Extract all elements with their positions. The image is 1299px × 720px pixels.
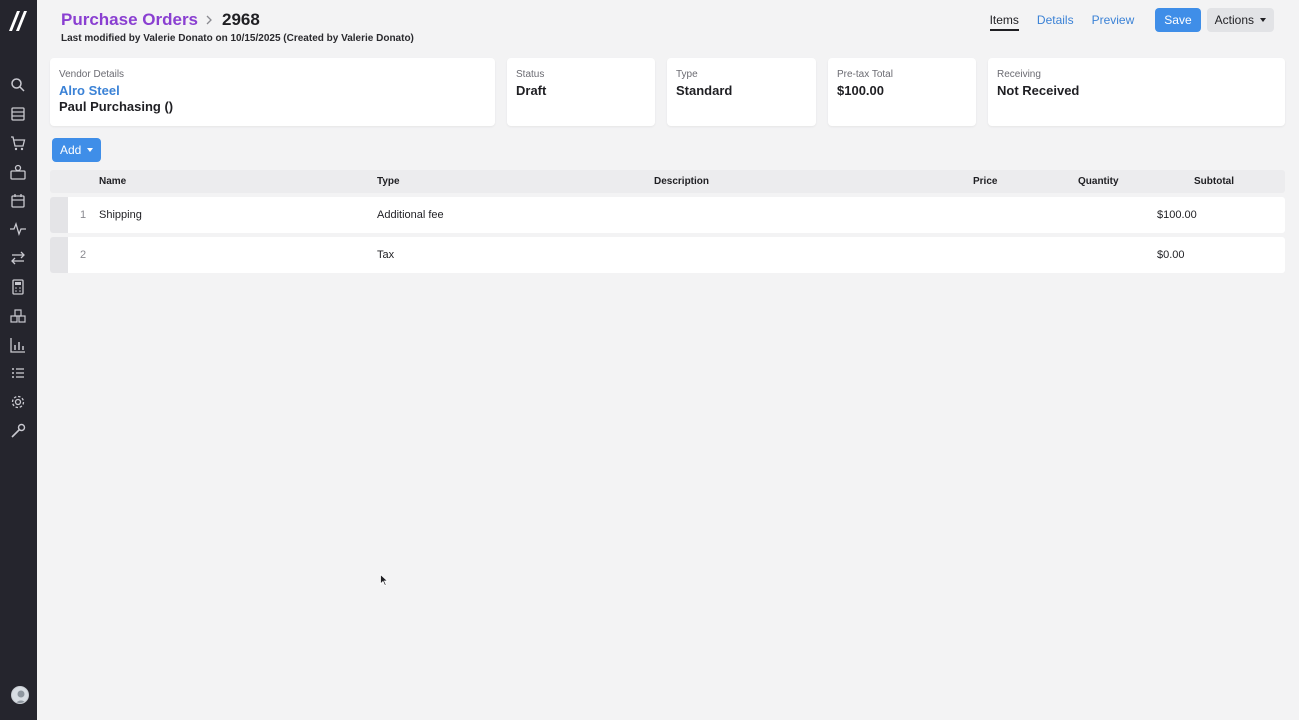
status-card: Status Draft: [507, 58, 655, 126]
pretax-total-card: Pre-tax Total $100.00: [828, 58, 976, 126]
page-title: 2968: [222, 10, 260, 29]
column-header-subtotal[interactable]: Subtotal: [1194, 170, 1234, 193]
column-header-price[interactable]: Price: [973, 170, 997, 193]
receiving-card: Receiving Not Received: [988, 58, 1285, 126]
transfer-icon[interactable]: [9, 249, 27, 267]
caret-down-icon: [87, 148, 94, 152]
actions-dropdown-button[interactable]: Actions: [1206, 8, 1274, 32]
row-type[interactable]: Additional fee: [377, 197, 444, 233]
cart-icon[interactable]: [9, 134, 27, 152]
status-label: Status: [516, 69, 545, 80]
search-icon[interactable]: [9, 76, 27, 94]
receiving-label: Receiving: [997, 69, 1041, 80]
drag-handle[interactable]: [50, 197, 68, 233]
calendar-icon[interactable]: [9, 192, 27, 210]
calculator-icon[interactable]: [9, 278, 27, 296]
row-subtotal: $0.00: [1157, 249, 1185, 261]
receiving-value: Not Received: [997, 83, 1080, 98]
mouse-cursor-icon: [380, 574, 388, 586]
save-button[interactable]: Save: [1155, 8, 1201, 32]
settings-icon[interactable]: [9, 393, 27, 411]
type-label: Type: [676, 69, 698, 80]
last-modified-text: Last modified by Valerie Donato on 10/15…: [61, 33, 414, 44]
column-header-name[interactable]: Name: [99, 170, 126, 193]
row-number: 2: [80, 249, 87, 261]
pretax-total-value: $100.00: [837, 83, 884, 98]
main-content: Purchase Orders 2968 Last modified by Va…: [37, 0, 1299, 720]
breadcrumb: Purchase Orders 2968: [61, 9, 260, 31]
type-card: Type Standard: [667, 58, 816, 126]
add-dropdown-button[interactable]: Add: [52, 138, 102, 162]
vendor-details-label: Vendor Details: [59, 69, 125, 80]
row-subtotal: $100.00: [1157, 209, 1197, 221]
breadcrumb-purchase-orders-link[interactable]: Purchase Orders: [61, 10, 198, 30]
sidebar: [0, 0, 37, 720]
vendor-contact: Paul Purchasing (): [59, 99, 174, 114]
type-value: Standard: [676, 83, 733, 98]
catalog-icon[interactable]: [9, 105, 27, 123]
table-row[interactable]: 2 Tax $0.00: [50, 237, 1285, 273]
column-header-quantity[interactable]: Quantity: [1078, 170, 1119, 193]
row-name[interactable]: Shipping: [99, 197, 142, 233]
list-icon[interactable]: [9, 364, 27, 382]
user-avatar[interactable]: [11, 686, 29, 704]
chevron-right-icon: [206, 15, 212, 25]
tab-preview[interactable]: Preview: [1092, 9, 1135, 31]
pretax-total-label: Pre-tax Total: [837, 69, 893, 80]
row-type[interactable]: Tax: [377, 237, 394, 273]
app-logo-icon[interactable]: [8, 10, 29, 32]
vendor-details-card: Vendor Details Alro Steel Paul Purchasin…: [50, 58, 495, 126]
warehouse-icon[interactable]: [9, 307, 27, 325]
tab-details[interactable]: Details: [1037, 9, 1074, 31]
add-label: Add: [60, 143, 82, 157]
tab-items[interactable]: Items: [989, 9, 1019, 31]
vendor-name-link[interactable]: Alro Steel: [59, 83, 486, 98]
caret-down-icon: [1260, 18, 1266, 22]
contacts-icon[interactable]: [9, 163, 27, 181]
analytics-icon[interactable]: [9, 336, 27, 354]
actions-label: Actions: [1214, 13, 1254, 27]
status-value: Draft: [516, 83, 547, 98]
items-table-header: Name Type Description Price Quantity Sub…: [50, 170, 1285, 193]
column-header-type[interactable]: Type: [377, 170, 400, 193]
tab-bar: Items Details Preview Save Actions: [989, 8, 1274, 32]
column-header-description[interactable]: Description: [654, 170, 709, 193]
drag-handle[interactable]: [50, 237, 68, 273]
activity-icon[interactable]: [9, 220, 27, 238]
tools-icon[interactable]: [9, 422, 27, 440]
table-row[interactable]: 1 Shipping Additional fee $100.00: [50, 197, 1285, 233]
row-number: 1: [80, 209, 87, 221]
